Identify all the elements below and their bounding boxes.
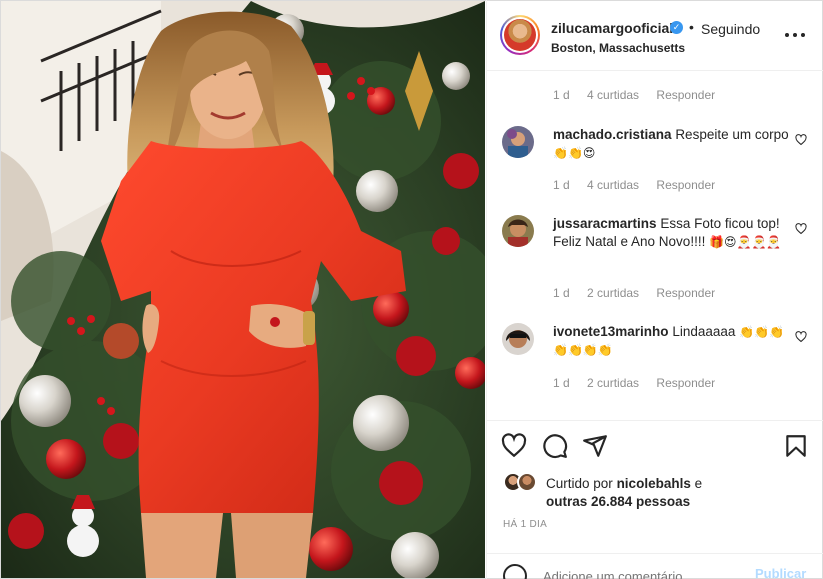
heart-icon[interactable] xyxy=(795,134,807,146)
comment-meta: 1 d 2 curtidas Responder xyxy=(553,376,729,390)
comment-time: 1 d xyxy=(553,88,570,102)
heart-icon[interactable] xyxy=(795,331,807,343)
post-timestamp[interactable]: HÁ 1 DIA xyxy=(503,519,547,530)
add-comment-bar: Publicar xyxy=(487,553,823,579)
comment-likes-count[interactable]: 2 curtidas xyxy=(587,376,639,390)
comment-body: machado.cristiana Respeite um corpo 👏👏😍 xyxy=(553,126,793,162)
comment-emoji: 🎁😍🎅🎅🎅 xyxy=(709,235,782,249)
comment-time: 1 d xyxy=(553,178,570,192)
commenter-username[interactable]: ivonete13marinho xyxy=(553,324,669,339)
author-username[interactable]: zilucamargooficial xyxy=(551,20,673,36)
liked-by-others[interactable]: outras 26.884 pessoas xyxy=(546,494,690,509)
reply-button[interactable]: Responder xyxy=(656,88,715,102)
comment-text: Lindaaaaa xyxy=(672,324,736,339)
reply-button[interactable]: Responder xyxy=(656,286,715,300)
emoji-picker-icon[interactable] xyxy=(503,564,527,579)
publish-button[interactable]: Publicar xyxy=(755,566,806,579)
comments-list[interactable]: ˙ 1 d 4 curtidas Responder machado.crist… xyxy=(487,72,823,420)
post-photo[interactable] xyxy=(1,1,485,578)
commenter-avatar[interactable] xyxy=(502,215,534,247)
comment-meta: 1 d 2 curtidas Responder xyxy=(553,286,729,300)
comment-time: 1 d xyxy=(553,286,570,300)
comment-time: 1 d xyxy=(553,376,570,390)
liked-by-prefix: Curtido por xyxy=(546,476,613,491)
heart-icon[interactable] xyxy=(501,433,527,459)
comment-meta: 1 d 4 curtidas Responder xyxy=(553,178,729,192)
more-options-icon[interactable] xyxy=(783,23,807,47)
commenter-avatar[interactable] xyxy=(502,323,534,355)
commenter-username[interactable]: machado.cristiana xyxy=(553,127,672,142)
commenter-username[interactable]: jussaracmartins xyxy=(553,216,657,231)
liked-by-suffix: e xyxy=(694,476,703,491)
comment-emoji: 👏👏😍 xyxy=(553,146,596,160)
header-separator: • xyxy=(689,19,694,35)
verified-badge-icon: ✓ xyxy=(670,21,683,34)
post-actions xyxy=(487,420,823,470)
comment-likes-count[interactable]: 4 curtidas xyxy=(587,88,639,102)
comment-likes-count[interactable]: 4 curtidas xyxy=(587,178,639,192)
bookmark-icon[interactable] xyxy=(783,433,809,459)
liked-by-user[interactable]: nicolebahls xyxy=(617,476,691,491)
comment-text: Respeite um corpo xyxy=(675,127,789,142)
comment-icon[interactable] xyxy=(542,433,568,459)
post-side-panel: zilucamargooficial ✓ • Seguindo Boston, … xyxy=(486,0,823,579)
comment-body: jussaracmartins Essa Foto ficou top! Fel… xyxy=(553,215,793,251)
heart-icon[interactable] xyxy=(795,223,807,235)
post-location[interactable]: Boston, Massachusetts xyxy=(551,41,685,55)
comment-body: ivonete13marinho Lindaaaaa 👏👏👏👏👏👏👏 xyxy=(553,323,793,359)
post-header: zilucamargooficial ✓ • Seguindo Boston, … xyxy=(487,0,823,71)
comment-meta: 1 d 4 curtidas Responder xyxy=(553,88,729,102)
comment-input[interactable] xyxy=(543,566,743,579)
reply-button[interactable]: Responder xyxy=(656,376,715,390)
liked-by-line: Curtido por nicolebahls e xyxy=(546,476,702,491)
post-image xyxy=(1,1,485,578)
following-button[interactable]: Seguindo xyxy=(701,21,760,37)
share-icon[interactable] xyxy=(582,433,608,459)
comment-likes-count[interactable]: 2 curtidas xyxy=(587,286,639,300)
commenter-avatar[interactable] xyxy=(502,126,534,158)
author-avatar[interactable] xyxy=(500,15,540,55)
liked-by-others-count[interactable]: outras 26.884 pessoas xyxy=(546,494,690,509)
liker-avatar[interactable] xyxy=(517,472,537,492)
reply-button[interactable]: Responder xyxy=(656,178,715,192)
